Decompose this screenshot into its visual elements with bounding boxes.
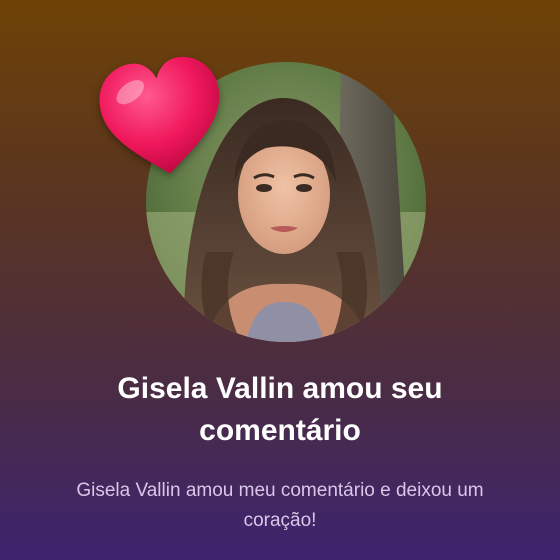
- heart-icon: [99, 56, 220, 174]
- notification-message: Gisela Vallin amou meu comentário e deix…: [76, 480, 484, 531]
- notification-title: Gisela Vallin amou seu comentário: [117, 372, 443, 447]
